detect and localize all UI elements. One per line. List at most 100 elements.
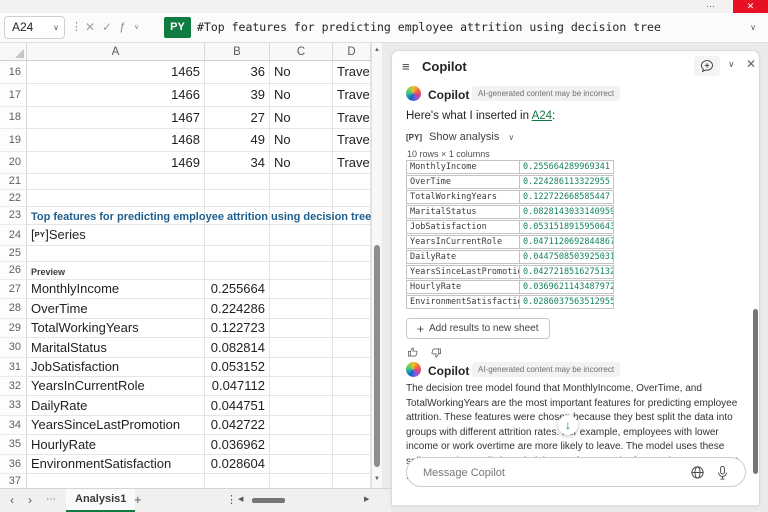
add-results-button[interactable]: + Add results to new sheet [406, 318, 550, 339]
hscroll-right-icon[interactable]: ▶ [364, 489, 369, 511]
row-header-28[interactable]: 28 [0, 299, 27, 319]
cell-A21[interactable] [27, 174, 205, 190]
cell-D25[interactable] [333, 246, 371, 262]
cell-A30[interactable]: MaritalStatus [27, 338, 205, 358]
cell-A20[interactable]: 1469 [27, 152, 205, 174]
cell-A36[interactable]: EnvironmentSatisfaction [27, 455, 205, 474]
add-sheet-button[interactable]: + [134, 489, 142, 511]
row-header-24[interactable]: 24 [0, 225, 27, 246]
cell-C30[interactable] [270, 338, 333, 358]
cell-A32[interactable]: YearsInCurrentRole [27, 377, 205, 396]
vertical-scrollbar-thumb[interactable] [374, 245, 380, 467]
cell-A22[interactable] [27, 190, 205, 207]
cell-A24[interactable]: [PY]Series [27, 225, 205, 246]
cell-B36[interactable]: 0.028604 [205, 455, 270, 474]
cell-C33[interactable] [270, 396, 333, 416]
cell-A25[interactable] [27, 246, 205, 262]
column-header-C[interactable]: C [270, 43, 333, 60]
name-box-chevron-icon[interactable]: ∨ [53, 17, 59, 38]
cell-D20[interactable]: Trave [333, 152, 371, 174]
cell-C26[interactable] [270, 262, 333, 280]
cell-B31[interactable]: 0.053152 [205, 358, 270, 377]
row-header-17[interactable]: 17 [0, 84, 27, 107]
cell-D16[interactable]: Trave [333, 61, 371, 84]
formula-bar-expand-icon[interactable]: ∨ [750, 13, 756, 42]
row-header-27[interactable]: 27 [0, 280, 27, 299]
thumbs-up-icon[interactable] [407, 346, 420, 359]
cell-C25[interactable] [270, 246, 333, 262]
show-analysis-toggle[interactable]: [PY] Show analysis ∨ [406, 131, 514, 143]
insert-function-icon[interactable]: ƒ [119, 13, 125, 42]
sheet-tab-analysis1[interactable]: Analysis1 [66, 489, 136, 512]
close-pane-icon[interactable]: ✕ [746, 57, 756, 71]
new-chat-icon[interactable] [694, 56, 720, 76]
cell-D22[interactable] [333, 190, 371, 207]
horizontal-scrollbar-thumb[interactable] [252, 498, 285, 503]
cell-D30[interactable] [333, 338, 371, 358]
cell-C22[interactable] [270, 190, 333, 207]
row-header-25[interactable]: 25 [0, 246, 27, 262]
cell-C19[interactable]: No [270, 129, 333, 152]
cell-C31[interactable] [270, 358, 333, 377]
copilot-menu-icon[interactable]: ≡ [402, 59, 410, 74]
column-header-A[interactable]: A [27, 43, 205, 60]
cell-B22[interactable] [205, 190, 270, 207]
cell-D26[interactable] [333, 262, 371, 280]
cell-A19[interactable]: 1468 [27, 129, 205, 152]
hscroll-left-icon[interactable]: ◀ [238, 489, 243, 511]
cell-C29[interactable] [270, 319, 333, 338]
next-sheet-icon[interactable]: › [28, 489, 32, 511]
cell-B26[interactable] [205, 262, 270, 280]
cell-B37[interactable] [205, 474, 270, 488]
cell-B20[interactable]: 34 [205, 152, 270, 174]
row-header-30[interactable]: 30 [0, 338, 27, 358]
cell-D18[interactable]: Trave [333, 107, 371, 129]
cell-B25[interactable] [205, 246, 270, 262]
cell-A34[interactable]: YearsSinceLastPromotion [27, 416, 205, 435]
cell-A31[interactable]: JobSatisfaction [27, 358, 205, 377]
cell-C24[interactable] [270, 225, 333, 246]
cell-A29[interactable]: TotalWorkingYears [27, 319, 205, 338]
confirm-entry-icon[interactable]: ✓ [102, 13, 112, 42]
cell-D32[interactable] [333, 377, 371, 396]
cell-C18[interactable]: No [270, 107, 333, 129]
cell-C37[interactable] [270, 474, 333, 488]
cell-B33[interactable]: 0.044751 [205, 396, 270, 416]
cell-A23[interactable]: Top features for predicting employee att… [27, 207, 371, 225]
cell-D19[interactable]: Trave [333, 129, 371, 152]
row-header-18[interactable]: 18 [0, 107, 27, 129]
row-header-35[interactable]: 35 [0, 435, 27, 455]
cell-A18[interactable]: 1467 [27, 107, 205, 129]
row-header-33[interactable]: 33 [0, 396, 27, 416]
tab-bar-kebab-icon[interactable]: ⋮ [226, 489, 237, 511]
row-header-19[interactable]: 19 [0, 129, 27, 152]
cell-D33[interactable] [333, 396, 371, 416]
cell-A16[interactable]: 1465 [27, 61, 205, 84]
cell-reference-link[interactable]: A24 [532, 110, 552, 122]
cell-D17[interactable]: Trave [333, 84, 371, 107]
window-close-button[interactable]: ✕ [733, 0, 768, 13]
cell-C34[interactable] [270, 416, 333, 435]
scroll-up-icon[interactable]: ▲ [372, 47, 382, 53]
row-header-37[interactable]: 37 [0, 474, 27, 488]
cell-D37[interactable] [333, 474, 371, 488]
sheet-list-icon[interactable]: ⋯ [46, 489, 57, 511]
cell-B32[interactable]: 0.047112 [205, 377, 270, 396]
cell-B17[interactable]: 39 [205, 84, 270, 107]
cell-A17[interactable]: 1466 [27, 84, 205, 107]
cancel-entry-icon[interactable]: ✕ [85, 13, 95, 42]
cell-C35[interactable] [270, 435, 333, 455]
cell-A27[interactable]: MonthlyIncome [27, 280, 205, 299]
prev-sheet-icon[interactable]: ‹ [10, 489, 14, 511]
row-header-20[interactable]: 20 [0, 152, 27, 174]
message-input[interactable] [421, 459, 655, 487]
cell-D35[interactable] [333, 435, 371, 455]
cell-D34[interactable] [333, 416, 371, 435]
cell-C16[interactable]: No [270, 61, 333, 84]
cell-A33[interactable]: DailyRate [27, 396, 205, 416]
cell-D29[interactable] [333, 319, 371, 338]
row-header-16[interactable]: 16 [0, 61, 27, 84]
cell-B35[interactable]: 0.036962 [205, 435, 270, 455]
cell-A28[interactable]: OverTime [27, 299, 205, 319]
row-header-34[interactable]: 34 [0, 416, 27, 435]
